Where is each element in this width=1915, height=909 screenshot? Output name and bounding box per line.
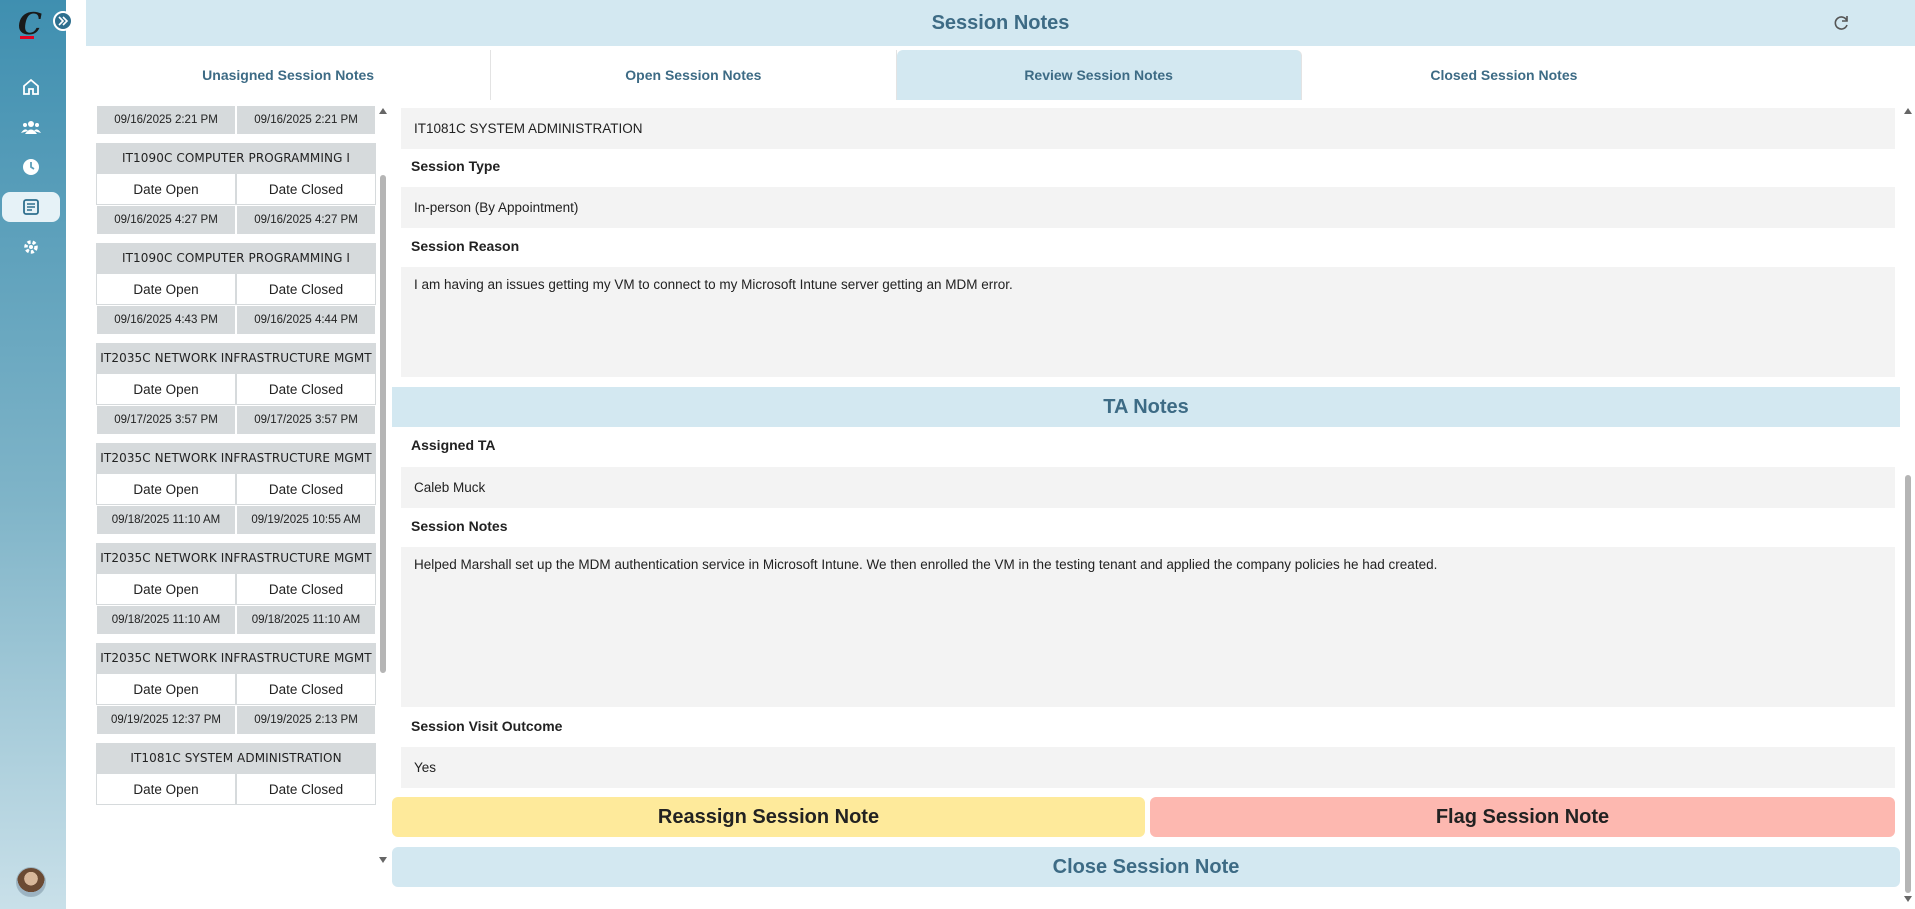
home-icon[interactable] xyxy=(0,72,62,102)
notes-icon[interactable] xyxy=(2,192,60,222)
flag-button[interactable]: Flag Session Note xyxy=(1150,797,1895,837)
course-title: IT2035C NETWORK INFRASTRUCTURE MGMT xyxy=(96,543,376,573)
clock-icon[interactable] xyxy=(0,152,62,182)
date-open-header: Date Open xyxy=(96,373,236,405)
date-closed-value: 09/18/2025 11:10 AM xyxy=(236,605,376,635)
scroll-down-arrow[interactable] xyxy=(379,857,387,863)
avatar[interactable] xyxy=(16,867,46,897)
tab-review[interactable]: Review Session Notes xyxy=(896,50,1302,100)
users-icon[interactable] xyxy=(0,112,62,142)
date-open-value: 09/19/2025 12:37 PM xyxy=(96,705,236,735)
scroll-down-arrow[interactable] xyxy=(1904,896,1912,902)
session-detail: IT1081C SYSTEM ADMINISTRATION Session Ty… xyxy=(392,105,1900,900)
scroll-up-arrow[interactable] xyxy=(379,108,387,114)
list-item-partial[interactable]: 09/16/2025 2:21 PM 09/16/2025 2:21 PM xyxy=(96,105,376,135)
outcome-label: Session Visit Outcome xyxy=(411,718,563,734)
tab-unassigned[interactable]: Unasigned Session Notes xyxy=(86,50,492,100)
page-title: Session Notes xyxy=(931,11,1070,34)
ta-notes-heading: TA Notes xyxy=(392,387,1900,427)
list-item[interactable]: IT1090C COMPUTER PROGRAMMING I Date Open D… xyxy=(96,143,376,235)
date-closed-value: 09/16/2025 2:21 PM xyxy=(236,105,376,135)
detail-scrollbar[interactable] xyxy=(1903,105,1913,905)
course-title: IT1090C COMPUTER PROGRAMMING I xyxy=(96,243,376,273)
date-closed-header: Date Closed xyxy=(236,673,376,705)
date-closed-header: Date Closed xyxy=(236,373,376,405)
tab-open[interactable]: Open Session Notes xyxy=(491,50,897,100)
session-type-label: Session Type xyxy=(411,158,501,174)
date-open-header: Date Open xyxy=(96,773,236,805)
course-value: IT1081C SYSTEM ADMINISTRATION xyxy=(401,108,1895,149)
date-closed-value: 09/16/2025 4:27 PM xyxy=(236,205,376,235)
date-open-value: 09/17/2025 3:57 PM xyxy=(96,405,236,435)
list-item[interactable]: IT2035C NETWORK INFRASTRUCTURE MGMT Date … xyxy=(96,543,376,635)
list-item[interactable]: IT2035C NETWORK INFRASTRUCTURE MGMT Date … xyxy=(96,643,376,735)
date-closed-header: Date Closed xyxy=(236,573,376,605)
date-closed-value: 09/19/2025 2:13 PM xyxy=(236,705,376,735)
svg-text:C: C xyxy=(18,7,42,40)
course-title: IT1090C COMPUTER PROGRAMMING I xyxy=(96,143,376,173)
date-closed-header: Date Closed xyxy=(236,173,376,205)
outcome-value: Yes xyxy=(401,747,1895,788)
scroll-up-arrow[interactable] xyxy=(1904,108,1912,114)
date-closed-value: 09/19/2025 10:55 AM xyxy=(236,505,376,535)
sidebar: C xyxy=(0,0,66,909)
page-header: Session Notes xyxy=(86,0,1915,46)
date-closed-header: Date Closed xyxy=(236,473,376,505)
tab-closed[interactable]: Closed Session Notes xyxy=(1302,50,1706,100)
session-reason-label: Session Reason xyxy=(411,238,520,254)
date-open-value: 09/16/2025 2:21 PM xyxy=(96,105,236,135)
refresh-button[interactable] xyxy=(1829,11,1853,35)
date-open-header: Date Open xyxy=(96,173,236,205)
session-tabs: Unasigned Session Notes Open Session Not… xyxy=(86,50,1706,100)
date-open-header: Date Open xyxy=(96,473,236,505)
assigned-ta-value: Caleb Muck xyxy=(401,467,1895,508)
expand-sidebar-button[interactable] xyxy=(53,11,73,31)
date-closed-header: Date Closed xyxy=(236,273,376,305)
scroll-thumb[interactable] xyxy=(380,175,386,673)
date-open-header: Date Open xyxy=(96,573,236,605)
list-scrollbar[interactable] xyxy=(378,105,388,870)
session-notes-value: Helped Marshall set up the MDM authentic… xyxy=(401,547,1895,707)
list-item[interactable]: IT1090C COMPUTER PROGRAMMING I Date Open D… xyxy=(96,243,376,335)
reassign-button[interactable]: Reassign Session Note xyxy=(392,797,1145,837)
university-logo[interactable]: C xyxy=(14,4,46,42)
course-title: IT1081C SYSTEM ADMINISTRATION xyxy=(96,743,376,773)
close-session-button[interactable]: Close Session Note xyxy=(392,847,1900,887)
date-open-value: 09/16/2025 4:27 PM xyxy=(96,205,236,235)
scroll-thumb[interactable] xyxy=(1905,475,1911,893)
course-title: IT2035C NETWORK INFRASTRUCTURE MGMT xyxy=(96,443,376,473)
course-title: IT2035C NETWORK INFRASTRUCTURE MGMT xyxy=(96,343,376,373)
date-open-header: Date Open xyxy=(96,273,236,305)
date-open-value: 09/18/2025 11:10 AM xyxy=(96,605,236,635)
date-closed-value: 09/16/2025 4:44 PM xyxy=(236,305,376,335)
date-open-value: 09/18/2025 11:10 AM xyxy=(96,505,236,535)
date-closed-value: 09/17/2025 3:57 PM xyxy=(236,405,376,435)
date-open-header: Date Open xyxy=(96,673,236,705)
list-item[interactable]: IT2035C NETWORK INFRASTRUCTURE MGMT Date … xyxy=(96,443,376,535)
date-open-value: 09/16/2025 4:43 PM xyxy=(96,305,236,335)
date-closed-header: Date Closed xyxy=(236,773,376,805)
session-type-value: In-person (By Appointment) xyxy=(401,187,1895,228)
course-title: IT2035C NETWORK INFRASTRUCTURE MGMT xyxy=(96,643,376,673)
refresh-icon xyxy=(1834,16,1848,30)
session-notes-label: Session Notes xyxy=(411,518,508,534)
list-item[interactable]: IT2035C NETWORK INFRASTRUCTURE MGMT Date … xyxy=(96,343,376,435)
session-list: 09/16/2025 2:21 PM 09/16/2025 2:21 PM IT… xyxy=(96,105,376,870)
gear-icon[interactable] xyxy=(0,232,62,262)
list-item[interactable]: IT1081C SYSTEM ADMINISTRATION Date Open Da… xyxy=(96,743,376,805)
session-reason-value: I am having an issues getting my VM to c… xyxy=(401,267,1895,377)
double-chevron-right-icon xyxy=(58,16,69,26)
assigned-ta-label: Assigned TA xyxy=(411,437,496,453)
